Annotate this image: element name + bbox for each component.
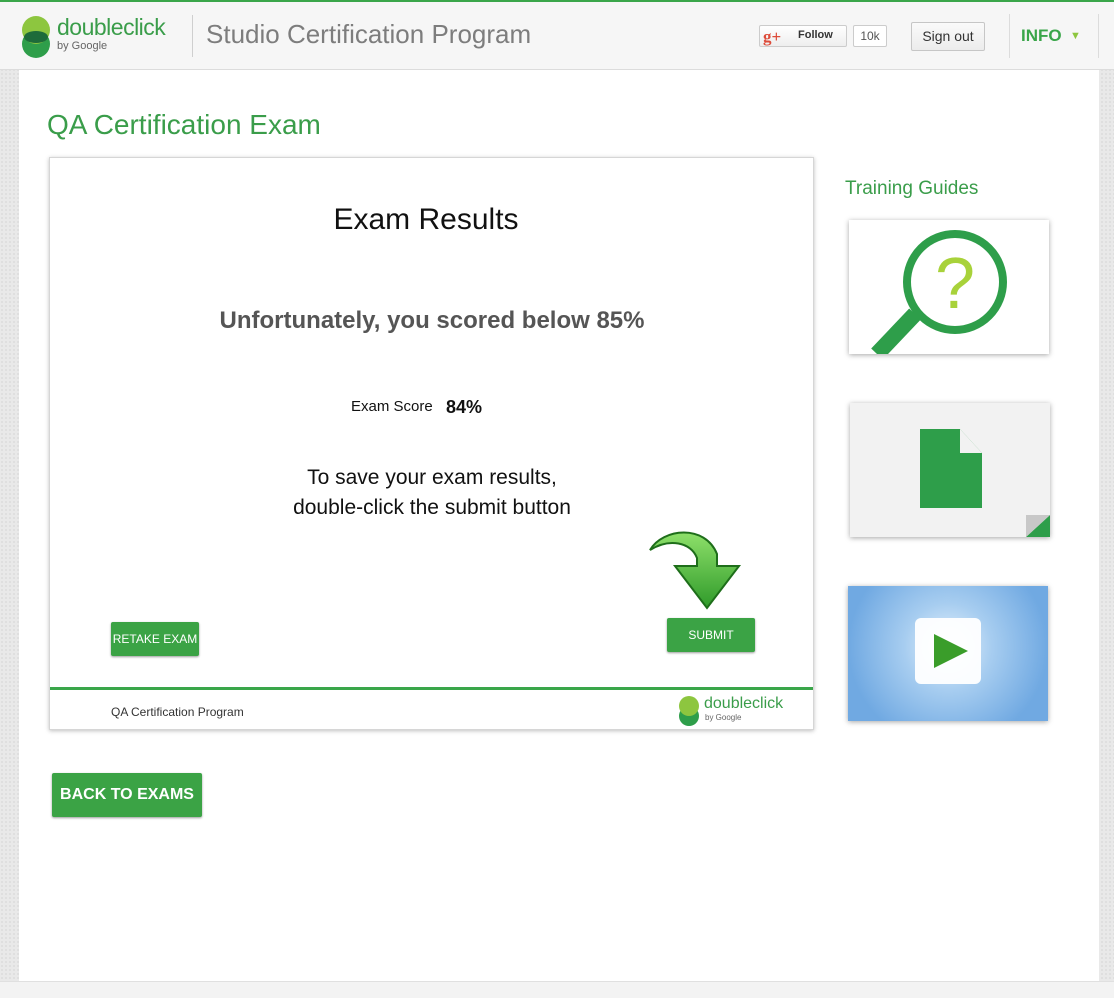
footer-doubleclick-logo: doubleclick by Google	[679, 695, 789, 728]
panel-footer-divider	[50, 687, 813, 690]
panel-footer-text: QA Certification Program	[111, 705, 244, 719]
top-header: doubleclick by Google Studio Certificati…	[0, 0, 1114, 70]
info-divider-left	[1009, 14, 1010, 58]
guide-card-faq[interactable]: ?	[849, 220, 1049, 354]
fail-message: Unfortunately, you scored below 85%	[219, 307, 645, 334]
exam-score-label: Exam Score	[351, 398, 433, 415]
curved-arrow-down-icon	[649, 531, 742, 610]
retake-exam-button[interactable]: RETAKE EXAM	[111, 622, 199, 656]
info-menu[interactable]: INFO	[1021, 26, 1062, 46]
logo-circle-overlap	[24, 31, 48, 43]
save-instructions-line2: double-click the submit button	[293, 496, 571, 519]
google-plus-follow-button[interactable]: g+ Follow	[759, 25, 847, 47]
exam-results-heading: Exam Results	[333, 203, 519, 236]
google-plus-icon: g+	[763, 27, 782, 46]
follow-label: Follow	[798, 29, 833, 41]
exam-score-value: 84%	[446, 397, 483, 417]
magnifier-question-icon: ?	[871, 230, 1007, 354]
submit-button[interactable]: SUBMIT	[667, 618, 755, 652]
guide-card-video[interactable]	[848, 586, 1048, 721]
svg-text:?: ?	[935, 244, 975, 324]
mini-logo-circle-top	[679, 696, 699, 716]
logo-byline: by Google	[57, 40, 108, 52]
training-guides-title: Training Guides	[845, 178, 979, 199]
logo-wordmark: doubleclick	[57, 14, 166, 40]
save-instructions-line1: To save your exam results,	[307, 466, 557, 489]
sign-out-button[interactable]: Sign out	[911, 22, 985, 51]
program-title: Studio Certification Program	[206, 19, 532, 49]
document-icon	[920, 429, 1050, 537]
header-divider	[192, 15, 193, 57]
play-icon	[915, 618, 981, 684]
chevron-down-icon[interactable]: ▼	[1070, 30, 1081, 42]
doubleclick-logo[interactable]: doubleclick by Google	[22, 14, 172, 60]
page-footer-strip	[0, 981, 1114, 998]
back-to-exams-button[interactable]: BACK TO EXAMS	[52, 773, 202, 817]
info-divider-right	[1098, 14, 1099, 58]
follow-count: 10k	[853, 25, 887, 47]
guide-card-document[interactable]	[850, 403, 1050, 537]
mini-logo-wordmark: doubleclick	[704, 695, 784, 712]
mini-logo-byline: by Google	[705, 713, 742, 722]
page-title: QA Certification Exam	[47, 109, 321, 140]
